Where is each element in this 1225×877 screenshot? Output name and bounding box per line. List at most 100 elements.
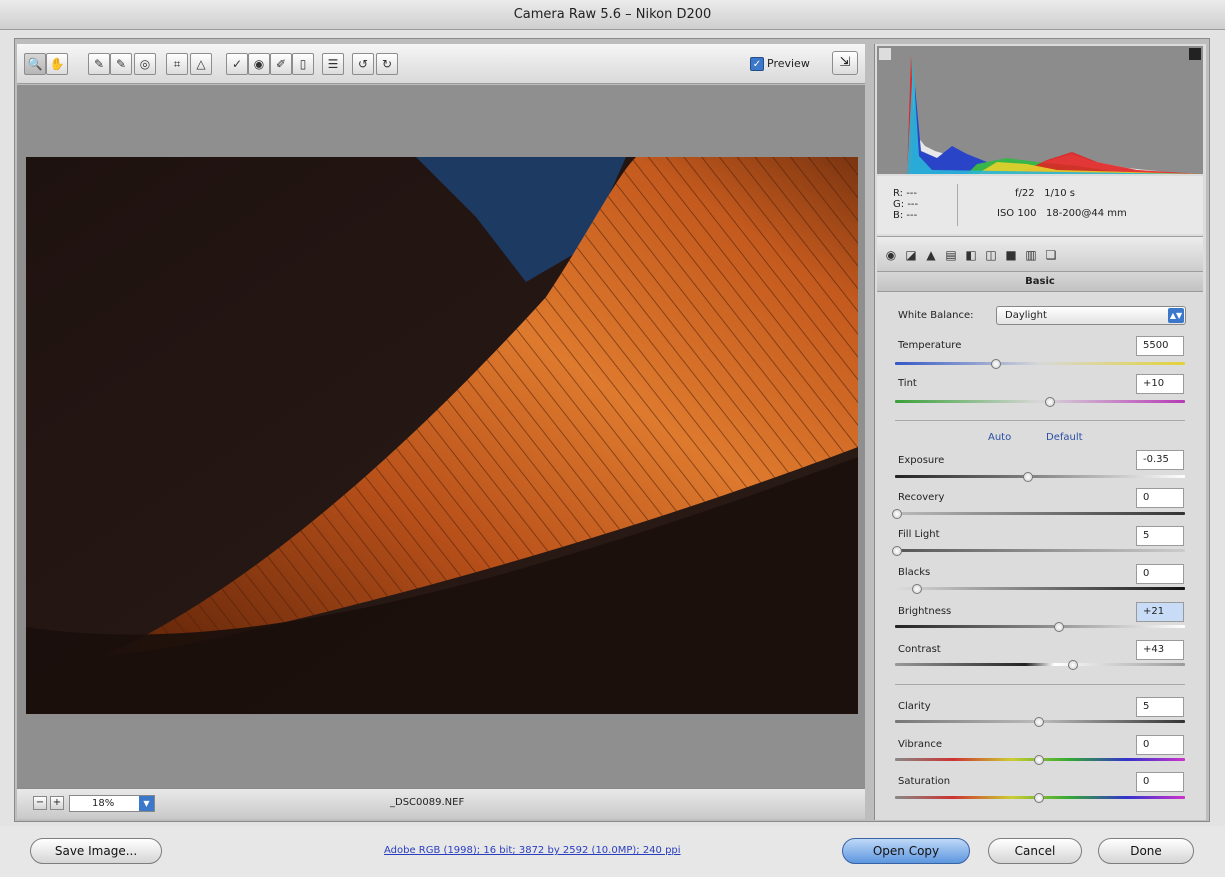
hand-tool-icon: ✋ [49, 57, 65, 71]
presets-tab-icon[interactable]: ▥ [1023, 248, 1039, 262]
fill-light-input[interactable]: 5 [1136, 526, 1184, 546]
vibrance-input[interactable]: 0 [1136, 735, 1184, 755]
saturation-thumb[interactable] [1034, 793, 1044, 803]
lens-corrections-tab-icon[interactable]: ◫ [983, 248, 999, 262]
iso-value: ISO 100 [997, 208, 1037, 219]
histogram [877, 46, 1203, 174]
exposure-label: Exposure [898, 455, 945, 466]
g-label: G: [893, 199, 905, 210]
auto-link[interactable]: Auto [988, 432, 1011, 443]
red-eye-tool-button[interactable]: ◉ [248, 53, 270, 75]
hsl-tab-icon[interactable]: ▤ [943, 248, 959, 262]
brightness-input[interactable]: +21 [1136, 602, 1184, 622]
white-balance-tool-button[interactable]: ✎ [88, 53, 110, 75]
chevron-down-icon: ▼ [139, 796, 154, 811]
tone-curve-tab-icon[interactable]: ◪ [903, 248, 919, 262]
blacks-track[interactable] [895, 587, 1185, 590]
fill-light-thumb[interactable] [892, 546, 902, 556]
fill-light-track[interactable] [895, 549, 1185, 552]
lens-value: 18-200@44 mm [1045, 208, 1127, 219]
tint-label: Tint [898, 378, 917, 389]
zoom-out-button[interactable]: − [33, 796, 47, 810]
rotate-cw-tool-button[interactable]: ↻ [376, 53, 398, 75]
zoom-tool-icon: 🔍 [27, 57, 43, 71]
red-eye-tool-icon: ◉ [253, 57, 265, 71]
spot-removal-tool-icon: ✓ [231, 57, 243, 71]
contrast-track[interactable] [895, 663, 1185, 666]
graduated-filter-tool-button[interactable]: ▯ [292, 53, 314, 75]
temperature-input[interactable]: 5500 [1136, 336, 1184, 356]
histogram-graph [879, 48, 1203, 174]
tint-input[interactable]: +10 [1136, 374, 1184, 394]
brightness-label: Brightness [898, 606, 952, 617]
zoom-level-select[interactable]: 18% ▼ [69, 795, 155, 812]
white-balance-tool-icon: ✎ [93, 57, 105, 71]
r-label: R: [893, 188, 904, 199]
snapshots-tab-icon[interactable]: ❏ [1043, 248, 1059, 262]
clarity-input[interactable]: 5 [1136, 697, 1184, 717]
color-sampler-tool-button[interactable]: ✎ [110, 53, 132, 75]
brightness-thumb[interactable] [1053, 622, 1064, 632]
default-link[interactable]: Default [1046, 432, 1083, 443]
brightness-track[interactable] [895, 625, 1185, 628]
exposure-track[interactable] [895, 475, 1185, 478]
targeted-adjustment-tool-button[interactable]: ◎ [134, 53, 156, 75]
file-name: _DSC0089.NEF [390, 797, 465, 808]
rotate-ccw-tool-button[interactable]: ↺ [352, 53, 374, 75]
blacks-thumb[interactable] [911, 584, 922, 594]
open-copy-button[interactable]: Open Copy [842, 838, 970, 864]
save-image-button[interactable]: Save Image... [30, 838, 162, 864]
vibrance-thumb[interactable] [1034, 755, 1044, 765]
color-sampler-tool-icon: ✎ [115, 57, 127, 71]
workflow-options-link[interactable]: Adobe RGB (1998); 16 bit; 3872 by 2592 (… [384, 845, 681, 856]
basic-tab-icon[interactable]: ◉ [883, 248, 899, 262]
panel-tabs: ◉ ◪ ▲ ▤ ◧ ◫ ■ ▥ ❏ [877, 236, 1203, 272]
preferences-tool-button[interactable]: ☰ [322, 53, 344, 75]
clarity-thumb[interactable] [1034, 717, 1044, 727]
crop-tool-button[interactable]: ⌗ [166, 53, 188, 75]
section-divider [895, 420, 1185, 421]
saturation-input[interactable]: 0 [1136, 772, 1184, 792]
r-value: --- [906, 188, 918, 199]
temperature-track[interactable] [895, 362, 1185, 365]
contrast-input[interactable]: +43 [1136, 640, 1184, 660]
adjustment-brush-tool-icon: ✐ [275, 57, 287, 71]
recovery-thumb[interactable] [892, 509, 902, 519]
window-title-bar: Camera Raw 5.6 – Nikon D200 [0, 0, 1225, 30]
cancel-button[interactable]: Cancel [988, 838, 1082, 864]
straighten-tool-icon: △ [196, 57, 206, 71]
targeted-adjustment-tool-icon: ◎ [139, 57, 151, 71]
tint-track[interactable] [895, 400, 1185, 403]
section-divider [895, 684, 1185, 685]
straighten-tool-button[interactable]: △ [190, 53, 212, 75]
clarity-label: Clarity [898, 701, 931, 712]
preview-toggle[interactable]: ✓ Preview [750, 55, 810, 73]
adjustment-brush-tool-button[interactable]: ✐ [270, 53, 292, 75]
spot-removal-tool-button[interactable]: ✓ [226, 53, 248, 75]
split-toning-tab-icon[interactable]: ◧ [963, 248, 979, 262]
done-button[interactable]: Done [1098, 838, 1194, 864]
exposure-input[interactable]: -0.35 [1136, 450, 1184, 470]
preferences-tool-icon: ☰ [327, 57, 339, 71]
window-title: Camera Raw 5.6 – Nikon D200 [513, 7, 712, 22]
blacks-input[interactable]: 0 [1136, 564, 1184, 584]
white-balance-value: Daylight [1005, 310, 1047, 321]
shadow-clipping-icon[interactable] [879, 48, 891, 60]
zoom-in-button[interactable]: + [50, 796, 64, 810]
vibrance-label: Vibrance [898, 739, 942, 750]
detail-tab-icon[interactable]: ▲ [923, 248, 939, 262]
b-label: B: [893, 210, 904, 221]
exposure-thumb[interactable] [1022, 472, 1033, 482]
zoom-tool-button[interactable]: 🔍 [24, 53, 46, 75]
fullscreen-button[interactable]: ⇲ [832, 51, 858, 75]
rotate-ccw-tool-icon: ↺ [357, 57, 369, 71]
recovery-track[interactable] [895, 512, 1185, 515]
white-balance-select[interactable]: Daylight ▲▼ [996, 306, 1186, 325]
preview-checkbox[interactable]: ✓ [750, 57, 764, 71]
recovery-label: Recovery [898, 492, 945, 503]
highlight-clipping-icon[interactable] [1189, 48, 1201, 60]
camera-calibration-tab-icon[interactable]: ■ [1003, 248, 1019, 262]
recovery-input[interactable]: 0 [1136, 488, 1184, 508]
hand-tool-button[interactable]: ✋ [46, 53, 68, 75]
info-readout: R: --- G: --- B: --- f/22 1/10 s ISO 100… [877, 176, 1203, 234]
